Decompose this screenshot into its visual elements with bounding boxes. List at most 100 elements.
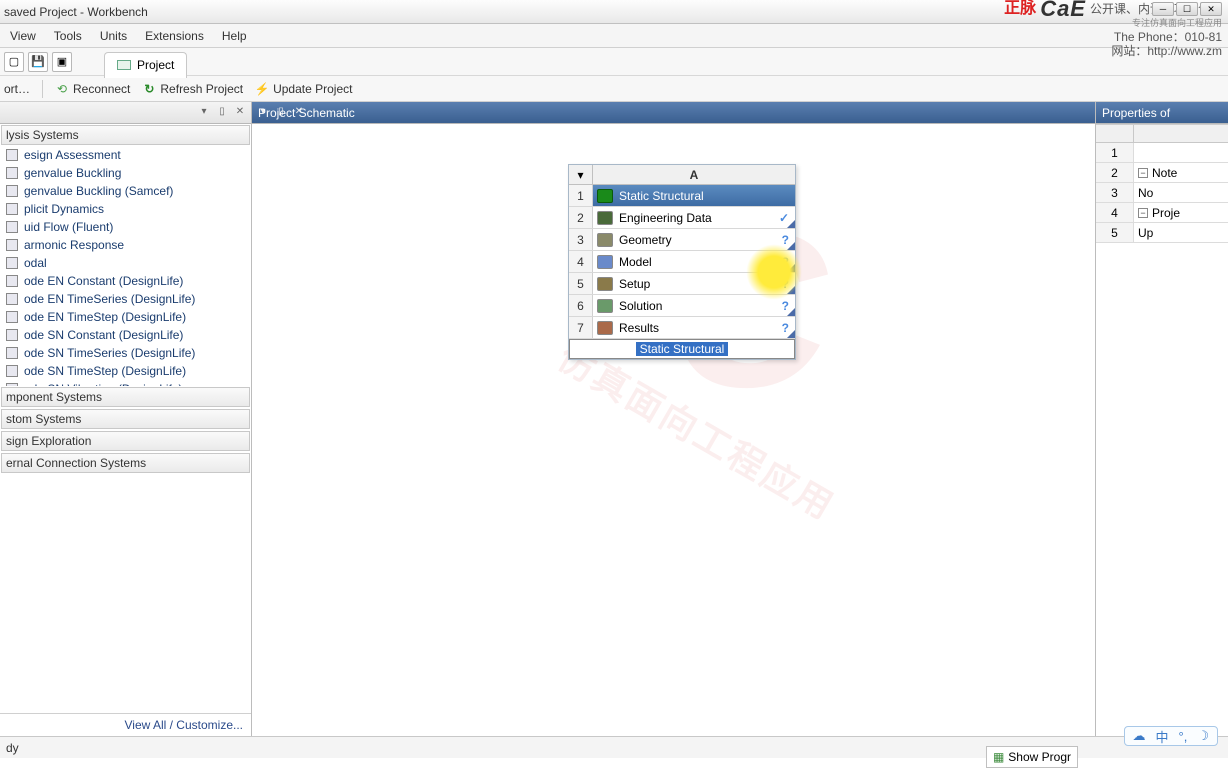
prop-row-label: Up bbox=[1134, 223, 1228, 242]
window-buttons: ─ ☐ ✕ bbox=[1152, 2, 1222, 16]
ime-bar[interactable]: ☁ 中 °, ☽ bbox=[1124, 726, 1218, 746]
maximize-button[interactable]: ☐ bbox=[1176, 2, 1198, 16]
status-text: dy bbox=[6, 741, 19, 755]
brand-cae: CaE bbox=[1040, 2, 1086, 16]
toolbox-item-label: ode SN TimeStep (DesignLife) bbox=[24, 364, 186, 378]
toolbox-item[interactable]: ode EN TimeSeries (DesignLife) bbox=[0, 290, 251, 308]
reconnect-button[interactable]: ⟲ Reconnect bbox=[55, 82, 130, 96]
toolbox-item-label: ode EN Constant (DesignLife) bbox=[24, 274, 183, 288]
toolbox-item[interactable]: odal bbox=[0, 254, 251, 272]
toolbox-item-label: ode EN TimeStep (DesignLife) bbox=[24, 310, 186, 324]
system-cell-engineering-data[interactable]: 2Engineering Data✓ bbox=[569, 207, 795, 229]
cell-label: Model bbox=[619, 255, 652, 269]
cell-label: Geometry bbox=[619, 233, 672, 247]
toolbox-item[interactable]: ode SN TimeStep (DesignLife) bbox=[0, 362, 251, 380]
ime-punct[interactable]: °, bbox=[1179, 729, 1188, 744]
brand-zh: 正脉 bbox=[1004, 2, 1036, 16]
system-cell-static-structural[interactable]: 1Static Structural bbox=[569, 185, 795, 207]
update-project-button[interactable]: ⚡ Update Project bbox=[255, 82, 352, 96]
property-row[interactable]: 3No bbox=[1096, 183, 1228, 203]
toolbox-item-label: odal bbox=[24, 256, 47, 270]
toolbox-item[interactable]: ode EN Constant (DesignLife) bbox=[0, 272, 251, 290]
ime-cloud-icon[interactable]: ☁ bbox=[1133, 728, 1146, 744]
toolbox-item[interactable]: ode SN Vibration (DesignLife) bbox=[0, 380, 251, 386]
properties-title: Properties of bbox=[1102, 106, 1170, 120]
window-title: saved Project - Workbench bbox=[4, 5, 148, 19]
toolbox-item[interactable]: esign Assessment bbox=[0, 146, 251, 164]
tab-project[interactable]: Project bbox=[104, 52, 187, 78]
system-cell-model[interactable]: 4Model? bbox=[569, 251, 795, 273]
menu-view[interactable]: View bbox=[10, 29, 36, 43]
minimize-button[interactable]: ─ bbox=[1152, 2, 1174, 16]
expander-icon[interactable]: − bbox=[1138, 208, 1148, 218]
toolbox-item[interactable]: genvalue Buckling (Samcef) bbox=[0, 182, 251, 200]
group-external-connection[interactable]: ernal Connection Systems bbox=[1, 453, 250, 473]
pin-icon[interactable]: ▯ bbox=[215, 106, 229, 120]
system-menu-icon[interactable]: ▾ bbox=[569, 165, 593, 184]
prop-row-num: 5 bbox=[1096, 223, 1134, 242]
row-number: 3 bbox=[569, 229, 593, 250]
prop-row-num: 3 bbox=[1096, 183, 1134, 202]
property-row[interactable]: 5Up bbox=[1096, 223, 1228, 243]
dropdown-icon[interactable]: ▾ bbox=[197, 106, 211, 120]
system-name-input[interactable]: Static Structural bbox=[569, 339, 795, 359]
prop-row-num: 4 bbox=[1096, 203, 1134, 222]
main-area: ▾ ▯ ✕ lysis Systems esign Assessmentgenv… bbox=[0, 102, 1228, 736]
save-icon[interactable]: 💾 bbox=[28, 52, 48, 72]
cell-icon bbox=[597, 233, 613, 247]
group-custom-systems[interactable]: stom Systems bbox=[1, 409, 250, 429]
view-all-link[interactable]: View All / Customize... bbox=[0, 713, 251, 736]
new-icon[interactable]: ▢ bbox=[4, 52, 24, 72]
schematic-header: Project Schematic ▾ ▯ ✕ bbox=[252, 102, 1095, 124]
group-design-exploration[interactable]: sign Exploration bbox=[1, 431, 250, 451]
system-cell-geometry[interactable]: 3Geometry? bbox=[569, 229, 795, 251]
menu-tools[interactable]: Tools bbox=[54, 29, 82, 43]
toolbox-item[interactable]: armonic Response bbox=[0, 236, 251, 254]
property-row[interactable]: 1 bbox=[1096, 143, 1228, 163]
system-cell-setup[interactable]: 5Setup? bbox=[569, 273, 795, 295]
group-analysis-systems[interactable]: lysis Systems bbox=[1, 125, 250, 145]
menu-extensions[interactable]: Extensions bbox=[145, 29, 204, 43]
ime-moon-icon[interactable]: ☽ bbox=[1197, 728, 1209, 744]
system-a-block[interactable]: ▾ A 1Static Structural2Engineering Data✓… bbox=[568, 164, 796, 360]
analysis-systems-list: esign Assessmentgenvalue Bucklinggenvalu… bbox=[0, 146, 251, 386]
properties-header: Properties of bbox=[1096, 102, 1228, 124]
brand-sub: 专注仿真面向工程应用 bbox=[1004, 16, 1222, 30]
menu-help[interactable]: Help bbox=[222, 29, 247, 43]
toolbox-item[interactable]: ode EN TimeStep (DesignLife) bbox=[0, 308, 251, 326]
corner-icon bbox=[787, 242, 795, 250]
system-cell-solution[interactable]: 6Solution? bbox=[569, 295, 795, 317]
toolbox-item[interactable]: genvalue Buckling bbox=[0, 164, 251, 182]
cell-icon bbox=[597, 189, 613, 203]
close-panel-icon[interactable]: ✕ bbox=[233, 106, 247, 120]
toolbox-item[interactable]: ode SN Constant (DesignLife) bbox=[0, 326, 251, 344]
column-a-label: A bbox=[593, 165, 795, 184]
toolbox-item[interactable]: plicit Dynamics bbox=[0, 200, 251, 218]
property-row[interactable]: 2−Note bbox=[1096, 163, 1228, 183]
system-icon bbox=[6, 347, 18, 359]
prop-row-label bbox=[1134, 143, 1228, 162]
system-icon bbox=[6, 185, 18, 197]
export-icon[interactable]: ▣ bbox=[52, 52, 72, 72]
toolbox-item[interactable]: uid Flow (Fluent) bbox=[0, 218, 251, 236]
system-icon bbox=[6, 311, 18, 323]
close-button[interactable]: ✕ bbox=[1200, 2, 1222, 16]
show-progress-button[interactable]: ▦ Show Progr bbox=[986, 746, 1078, 768]
schematic-canvas[interactable]: C 仿真面向工程应用 ▾ A 1Static Structural2Engine… bbox=[252, 124, 1095, 736]
toolbox-item-label: ode SN Constant (DesignLife) bbox=[24, 328, 183, 342]
toolbox-item-label: armonic Response bbox=[24, 238, 124, 252]
system-cell-results[interactable]: 7Results? bbox=[569, 317, 795, 339]
row-number: 7 bbox=[569, 317, 593, 338]
prop-row-label: −Proje bbox=[1134, 203, 1228, 222]
corner-icon bbox=[787, 286, 795, 294]
group-component-systems[interactable]: mponent Systems bbox=[1, 387, 250, 407]
import-button[interactable]: ort… bbox=[4, 82, 30, 96]
refresh-project-button[interactable]: ↻ Refresh Project bbox=[142, 82, 243, 96]
ime-lang[interactable]: 中 bbox=[1156, 727, 1169, 746]
toolbox-item[interactable]: ode SN TimeSeries (DesignLife) bbox=[0, 344, 251, 362]
cell-icon bbox=[597, 321, 613, 335]
menu-units[interactable]: Units bbox=[100, 29, 127, 43]
property-row[interactable]: 4−Proje bbox=[1096, 203, 1228, 223]
system-icon bbox=[6, 239, 18, 251]
expander-icon[interactable]: − bbox=[1138, 168, 1148, 178]
